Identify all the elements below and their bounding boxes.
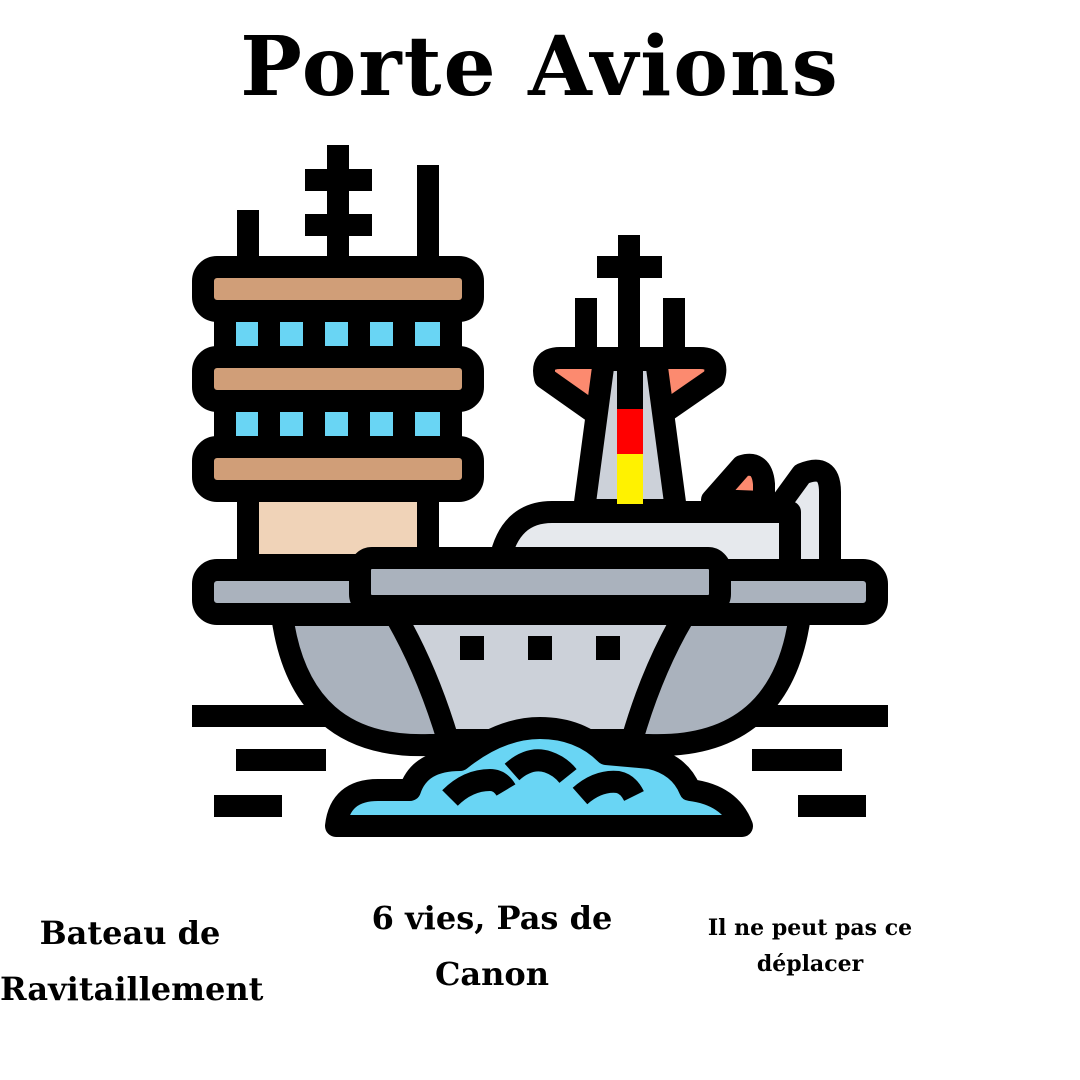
caption-ship-type-line2: Ravitaillement	[0, 970, 264, 1008]
window-divider	[303, 408, 325, 440]
deck-superstructure	[349, 547, 731, 617]
caption-stats-line1: 6 vies, Pas de	[371, 899, 613, 937]
window-divider	[393, 408, 415, 440]
window-divider	[348, 408, 370, 440]
caption-stats: 6 vies, Pas de Canon	[362, 890, 622, 1002]
window-divider	[258, 318, 280, 350]
tower-stripe-3	[192, 436, 484, 502]
caption-movement: Il ne peut pas ce déplacer	[700, 910, 920, 982]
plane-rear-fin	[701, 453, 775, 513]
caption-movement-line2: déplacer	[756, 951, 864, 977]
window-divider	[348, 318, 370, 350]
window-divider	[393, 318, 415, 350]
tower-stripe-1	[192, 256, 484, 322]
flag-black	[617, 365, 643, 409]
porthole-3	[596, 636, 620, 660]
caption-stats-line2: Canon	[434, 955, 550, 993]
porthole-1	[460, 636, 484, 660]
porthole-2	[528, 636, 552, 660]
flag-red	[617, 409, 643, 454]
window-divider	[303, 318, 325, 350]
caption-ship-type-line1: Bateau de	[39, 914, 221, 952]
flag-yellow	[617, 454, 643, 504]
caption-movement-line1: Il ne peut pas ce	[707, 915, 913, 941]
tower-stripe-2	[192, 346, 484, 412]
caption-ship-type: Bateau de Ravitaillement	[0, 905, 264, 1017]
window-divider	[258, 408, 280, 440]
